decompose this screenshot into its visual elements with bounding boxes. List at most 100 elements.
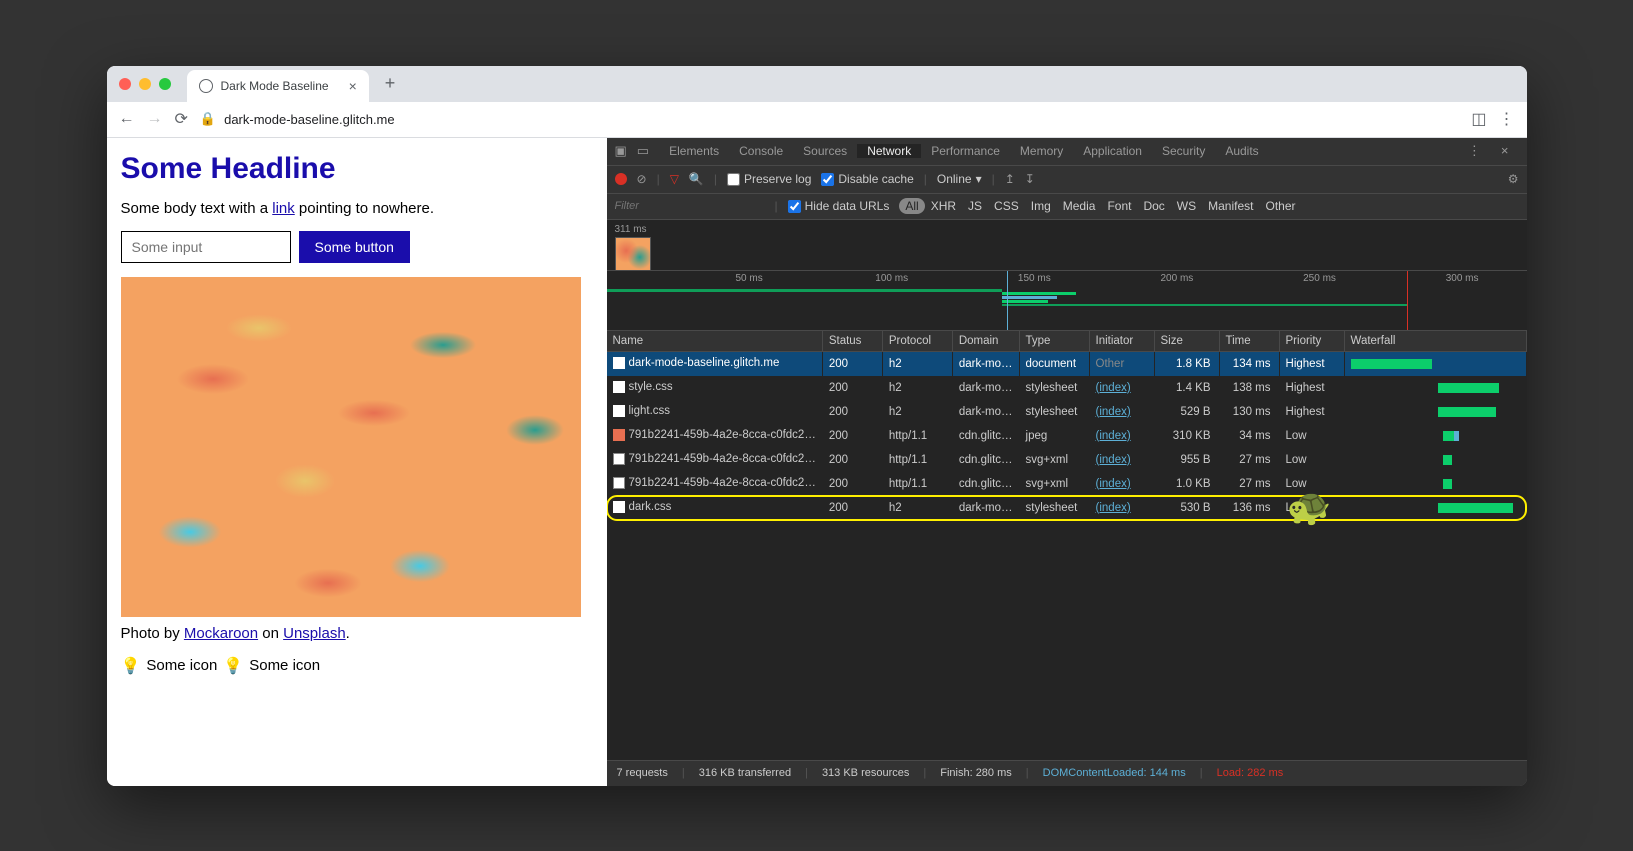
col-name[interactable]: Name — [607, 331, 823, 352]
type-pill-manifest[interactable]: Manifest — [1202, 198, 1259, 214]
type-pill-other[interactable]: Other — [1260, 198, 1302, 214]
forward-button[interactable]: → — [147, 110, 163, 128]
status-dcl: DOMContentLoaded: 144 ms — [1043, 767, 1186, 779]
devtools-tab-application[interactable]: Application — [1073, 144, 1152, 158]
type-pill-css[interactable]: CSS — [988, 198, 1025, 214]
upload-icon[interactable]: ↥ — [1005, 172, 1015, 186]
gear-icon[interactable]: ⚙ — [1508, 172, 1519, 186]
devtools-tab-performance[interactable]: Performance — [921, 144, 1010, 158]
preserve-log-checkbox[interactable]: Preserve log — [727, 172, 811, 186]
filmstrip-thumb[interactable] — [615, 237, 651, 271]
col-time[interactable]: Time — [1219, 331, 1279, 352]
menu-icon[interactable]: ⋮ — [1499, 109, 1515, 129]
file-icon — [613, 477, 625, 489]
filter-toggle-icon[interactable]: ▽ — [670, 172, 679, 186]
table-header[interactable]: NameStatusProtocolDomainTypeInitiatorSiz… — [607, 331, 1527, 352]
download-icon[interactable]: ↧ — [1025, 172, 1035, 186]
col-waterfall[interactable]: Waterfall — [1344, 331, 1526, 352]
type-pill-js[interactable]: JS — [962, 198, 988, 214]
type-pill-all[interactable]: All — [899, 198, 924, 214]
some-button[interactable]: Some button — [299, 231, 410, 263]
clear-icon[interactable]: ⊘ — [637, 172, 647, 186]
new-tab-button[interactable]: + — [385, 73, 396, 94]
page-content: Some Headline Some body text with a link… — [107, 138, 607, 786]
reload-button[interactable]: ⟳ — [175, 109, 188, 129]
url-text: dark-mode-baseline.glitch.me — [224, 112, 395, 127]
network-row[interactable]: dark-mode-baseline.glitch.me200h2dark-mo… — [607, 351, 1527, 376]
timeline-tick: 50 ms — [735, 273, 762, 284]
devtools-panel: ▣ ▭ ElementsConsoleSourcesNetworkPerform… — [607, 138, 1527, 786]
status-finish: Finish: 280 ms — [940, 767, 1012, 779]
hide-data-urls-checkbox[interactable]: Hide data URLs — [788, 199, 890, 213]
timeline-tick: 300 ms — [1446, 273, 1479, 284]
network-row[interactable]: dark.css200h2dark-mo…stylesheet(index)53… — [607, 496, 1527, 520]
image-caption: Photo by Mockaroon on Unsplash. — [121, 625, 593, 642]
status-load: Load: 282 ms — [1217, 767, 1284, 779]
type-pill-font[interactable]: Font — [1101, 198, 1137, 214]
devtools-tab-network[interactable]: Network — [857, 144, 921, 158]
devtools-tab-elements[interactable]: Elements — [659, 144, 729, 158]
page-headline: Some Headline — [121, 152, 593, 186]
url-field[interactable]: 🔒 dark-mode-baseline.glitch.me — [200, 111, 1459, 127]
maximize-window-icon[interactable] — [159, 78, 171, 90]
network-row[interactable]: 791b2241-459b-4a2e-8cca-c0fdc2…200http/1… — [607, 472, 1527, 496]
body-link[interactable]: link — [272, 200, 295, 217]
record-icon[interactable] — [615, 173, 627, 185]
type-pill-doc[interactable]: Doc — [1137, 198, 1170, 214]
col-priority[interactable]: Priority — [1279, 331, 1344, 352]
back-button[interactable]: ← — [119, 110, 135, 128]
filter-bar: | Hide data URLs AllXHRJSCSSImgMediaFont… — [607, 194, 1527, 220]
inspect-icon[interactable]: ▣ — [615, 143, 627, 159]
col-domain[interactable]: Domain — [952, 331, 1019, 352]
col-size[interactable]: Size — [1154, 331, 1219, 352]
close-window-icon[interactable] — [119, 78, 131, 90]
bulb-icon: 💡 — [121, 656, 141, 676]
text-input[interactable] — [121, 231, 291, 263]
lock-icon: 🔒 — [200, 111, 216, 127]
file-icon — [613, 429, 625, 441]
titlebar: Dark Mode Baseline × + — [107, 66, 1527, 102]
caption-link-1[interactable]: Mockaroon — [184, 625, 258, 642]
form-row: Some button — [121, 231, 593, 263]
type-pill-media[interactable]: Media — [1057, 198, 1102, 214]
devtools-tab-memory[interactable]: Memory — [1010, 144, 1073, 158]
col-type[interactable]: Type — [1019, 331, 1089, 352]
devtools-menu-icon[interactable]: ⋮ — [1468, 143, 1481, 159]
caption-link-2[interactable]: Unsplash — [283, 625, 346, 642]
status-resources: 313 KB resources — [822, 767, 909, 779]
col-protocol[interactable]: Protocol — [882, 331, 952, 352]
devtools-close-icon[interactable]: × — [1501, 143, 1509, 159]
overview-timeline[interactable]: 50 ms100 ms150 ms200 ms250 ms300 ms — [607, 270, 1527, 330]
close-tab-icon[interactable]: × — [349, 78, 357, 94]
device-icon[interactable]: ▭ — [637, 143, 649, 159]
network-row[interactable]: 791b2241-459b-4a2e-8cca-c0fdc2…200http/1… — [607, 448, 1527, 472]
network-row[interactable]: light.css200h2dark-mo…stylesheet(index)5… — [607, 400, 1527, 424]
type-pill-ws[interactable]: WS — [1171, 198, 1202, 214]
col-status[interactable]: Status — [822, 331, 882, 352]
file-icon — [613, 357, 625, 369]
network-row[interactable]: 791b2241-459b-4a2e-8cca-c0fdc2…200http/1… — [607, 424, 1527, 448]
icon-row: 💡 Some icon 💡 Some icon — [121, 656, 593, 676]
devtools-tab-security[interactable]: Security — [1152, 144, 1215, 158]
hero-image — [121, 277, 581, 617]
icon-label-1: Some icon — [146, 657, 217, 674]
type-pill-img[interactable]: Img — [1025, 198, 1057, 214]
minimize-window-icon[interactable] — [139, 78, 151, 90]
throttle-select[interactable]: Online ▾ — [937, 172, 982, 186]
browser-tab[interactable]: Dark Mode Baseline × — [187, 70, 369, 102]
file-icon — [613, 501, 625, 513]
network-row[interactable]: style.css200h2dark-mo…stylesheet(index)1… — [607, 376, 1527, 400]
disable-cache-checkbox[interactable]: Disable cache — [821, 172, 913, 186]
extensions-icon[interactable]: ◫ — [1471, 109, 1486, 129]
network-toolbar: ⊘ | ▽ 🔍 | Preserve log Disable cache | O… — [607, 166, 1527, 194]
col-initiator[interactable]: Initiator — [1089, 331, 1154, 352]
search-icon[interactable]: 🔍 — [689, 172, 704, 186]
status-requests: 7 requests — [617, 767, 668, 779]
filter-input[interactable] — [615, 200, 765, 212]
devtools-tab-console[interactable]: Console — [729, 144, 793, 158]
window-controls — [119, 78, 171, 90]
type-pill-xhr[interactable]: XHR — [925, 198, 962, 214]
devtools-tab-audits[interactable]: Audits — [1215, 144, 1268, 158]
status-transferred: 316 KB transferred — [699, 767, 791, 779]
devtools-tab-sources[interactable]: Sources — [793, 144, 857, 158]
